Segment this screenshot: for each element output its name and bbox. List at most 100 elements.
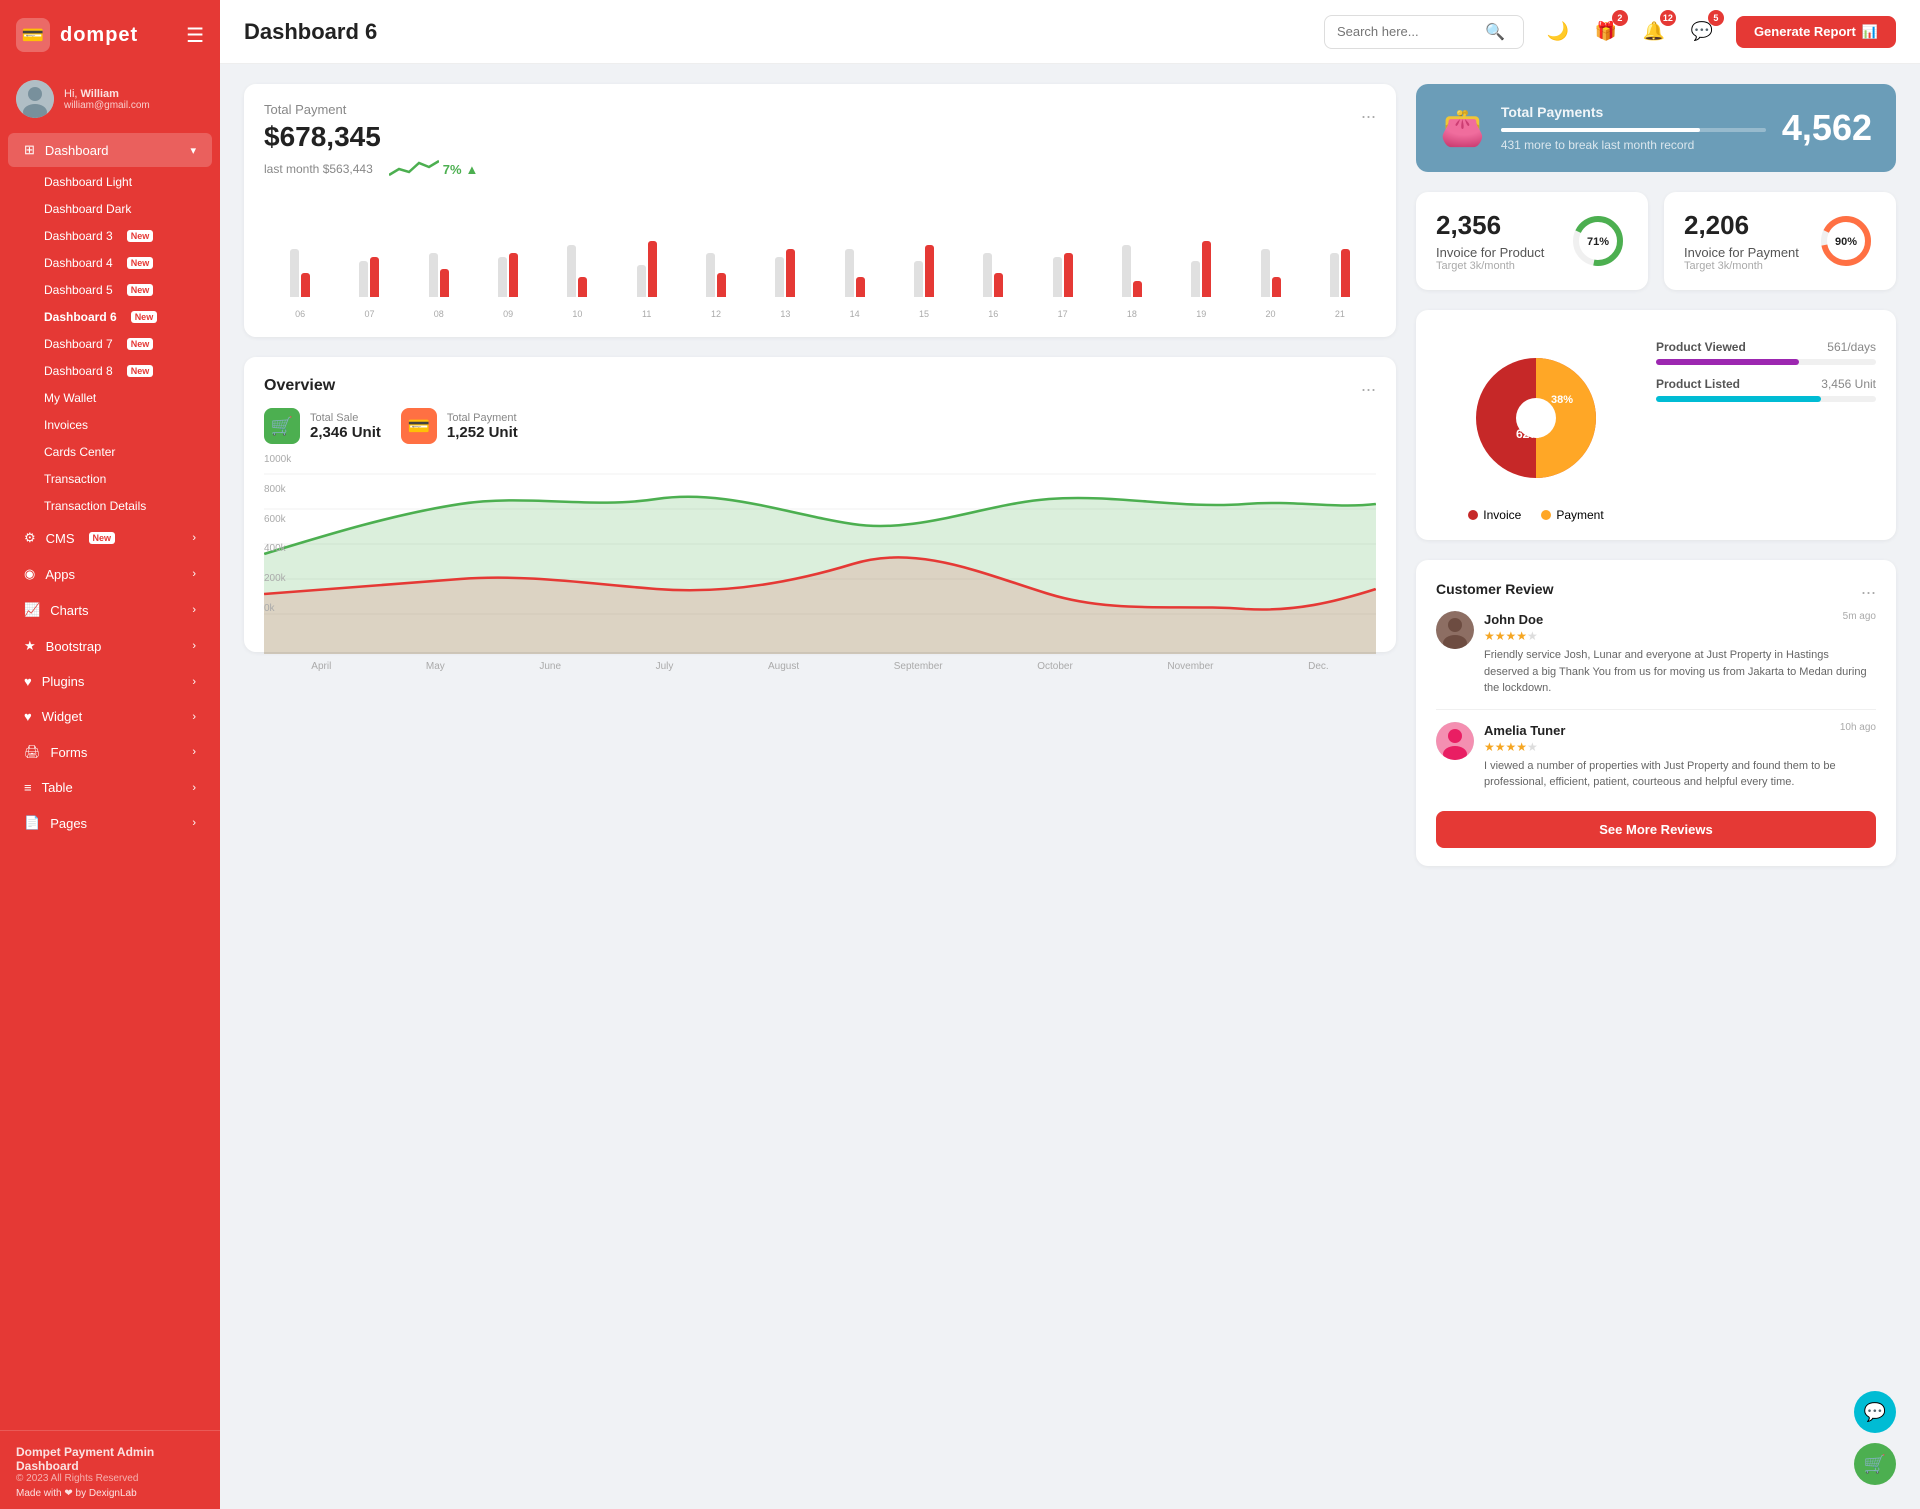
left-column: Total Payment $678,345 last month $563,4… [244, 84, 1396, 1167]
sidebar-item-dashboard[interactable]: ⊞ Dashboard ▾ [8, 133, 212, 167]
sidebar-item-cards-center[interactable]: Cards Center [28, 439, 212, 465]
new-badge: New [127, 284, 154, 296]
invoice-product-donut: 71% [1568, 211, 1628, 271]
bar-pair [1191, 241, 1211, 297]
bar-gray [1191, 261, 1200, 297]
bar-gray [1330, 253, 1339, 297]
sidebar-item-dashboard-3[interactable]: Dashboard 3 New [28, 223, 212, 249]
bar-group [1308, 249, 1372, 297]
bar-group [476, 253, 540, 297]
total-sale-icon: 🛒 [264, 408, 300, 444]
chevron-right-icon: › [192, 640, 196, 652]
fab-wrap: 💬 🛒 [1854, 1391, 1896, 1485]
moon-button[interactable]: 🌙 [1540, 14, 1576, 50]
sidebar-item-pages[interactable]: 📄 Pages › [8, 806, 212, 840]
review-avatar-1 [1436, 611, 1474, 649]
bell-badge: 12 [1660, 10, 1676, 26]
sidebar-item-forms[interactable]: 🖨 Forms › [8, 735, 212, 769]
user-info: Hi, William william@gmail.com [64, 88, 150, 111]
invoice-product-label: Invoice for Product [1436, 245, 1544, 260]
table-icon: ≡ [24, 780, 32, 795]
search-input[interactable] [1337, 24, 1477, 39]
review-item-1: John Doe 5m ago ★★★★★ Friendly service J… [1436, 611, 1876, 697]
blue-card-info: Total Payments 431 more to break last mo… [1501, 104, 1766, 152]
bell-button[interactable]: 🔔 12 [1636, 14, 1672, 50]
sidebar-item-table[interactable]: ≡ Table › [8, 771, 212, 804]
sidebar-item-transaction-details[interactable]: Transaction Details [28, 493, 212, 519]
bar-red [1272, 277, 1281, 297]
total-payment-overview-value: 1,252 Unit [447, 424, 518, 441]
last-month-text: last month $563,443 [264, 162, 373, 176]
review-title: Customer Review [1436, 581, 1553, 597]
y-axis-labels: 1000k800k600k400k200k0k [264, 454, 291, 614]
svg-text:62%: 62% [1516, 427, 1540, 441]
sidebar-item-charts[interactable]: 📈 Charts › [8, 593, 212, 627]
sidebar-item-dashboard-8[interactable]: Dashboard 8 New [28, 358, 212, 384]
sidebar-logo-area: 💳 dompet ☰ [0, 0, 220, 70]
overview-more-button[interactable]: ... [1361, 375, 1376, 396]
hamburger-icon[interactable]: ☰ [186, 23, 204, 48]
invoice-cards-row: 2,356 Invoice for Product Target 3k/mont… [1416, 192, 1896, 290]
see-more-reviews-button[interactable]: See More Reviews [1436, 811, 1876, 848]
sidebar-item-dashboard-dark[interactable]: Dashboard Dark [28, 196, 212, 222]
bar-red [1202, 241, 1211, 297]
sidebar-item-cms[interactable]: ⚙ CMS New › [8, 521, 212, 555]
chevron-right-icon: › [192, 782, 196, 794]
bar-group [753, 249, 817, 297]
bar-group [892, 245, 956, 297]
bar-pair [914, 245, 934, 297]
bootstrap-icon: ★ [24, 638, 36, 654]
chevron-right-icon: › [192, 711, 196, 723]
svg-text:71%: 71% [1587, 236, 1609, 248]
sidebar-user: Hi, William william@gmail.com [0, 70, 220, 132]
total-sale-label: Total Sale [310, 412, 381, 424]
sidebar-item-dashboard-5[interactable]: Dashboard 5 New [28, 277, 212, 303]
chevron-right-icon: › [192, 817, 196, 829]
overview-title: Overview [264, 377, 335, 395]
sidebar-item-dashboard-6[interactable]: Dashboard 6 New [28, 304, 212, 330]
more-options-button[interactable]: ... [1361, 102, 1376, 123]
bar-gray [498, 257, 507, 297]
review-text-1: Friendly service Josh, Lunar and everyon… [1484, 647, 1876, 697]
fab-support-button[interactable]: 💬 [1854, 1391, 1896, 1433]
invoice-payment-target: Target 3k/month [1684, 260, 1799, 272]
bar-red [370, 257, 379, 297]
sidebar-item-my-wallet[interactable]: My Wallet [28, 385, 212, 411]
total-payment-icon: 💳 [401, 408, 437, 444]
search-box[interactable]: 🔍 [1324, 15, 1524, 49]
bar-red [440, 269, 449, 297]
sidebar-item-bootstrap[interactable]: ★ Bootstrap › [8, 629, 212, 663]
total-payments-count: 4,562 [1782, 107, 1872, 149]
bar-pair [567, 245, 587, 297]
review-more-button[interactable]: ... [1861, 578, 1876, 599]
sidebar-item-dashboard-7[interactable]: Dashboard 7 New [28, 331, 212, 357]
bar-red [648, 241, 657, 297]
sidebar-item-invoices[interactable]: Invoices [28, 412, 212, 438]
bar-group [545, 245, 609, 297]
generate-report-button[interactable]: Generate Report 📊 [1736, 16, 1896, 48]
product-viewed-bar [1656, 359, 1876, 365]
pie-chart-section: 62% 38% Invoice Payment [1436, 328, 1636, 522]
invoice-payment-label: Invoice for Payment [1684, 245, 1799, 260]
chat-button[interactable]: 💬 5 [1684, 14, 1720, 50]
forms-icon: 🖨 [24, 744, 41, 760]
sidebar-item-transaction[interactable]: Transaction [28, 466, 212, 492]
review-stars-1: ★★★★★ [1484, 629, 1876, 643]
bar-red [925, 245, 934, 297]
sidebar-item-apps[interactable]: ◉ Apps › [8, 557, 212, 591]
bar-gray [1261, 249, 1270, 297]
bar-pair [359, 257, 379, 297]
sidebar-item-plugins[interactable]: ♥ Plugins › [8, 665, 212, 698]
invoice-product-target: Target 3k/month [1436, 260, 1544, 272]
sidebar-footer: Dompet Payment Admin Dashboard © 2023 Al… [0, 1430, 220, 1509]
sidebar-item-dashboard-light[interactable]: Dashboard Light [28, 169, 212, 195]
total-payments-subtitle: 431 more to break last month record [1501, 138, 1766, 152]
bar-gray [706, 253, 715, 297]
sidebar-item-dashboard-4[interactable]: Dashboard 4 New [28, 250, 212, 276]
bar-group [1030, 253, 1094, 297]
sidebar-item-widget[interactable]: ♥ Widget › [8, 700, 212, 733]
gift-button[interactable]: 🎁 2 [1588, 14, 1624, 50]
dashboard-submenu: Dashboard Light Dashboard Dark Dashboard… [0, 168, 220, 520]
fab-cart-button[interactable]: 🛒 [1854, 1443, 1896, 1485]
widget-icon: ♥ [24, 709, 32, 724]
